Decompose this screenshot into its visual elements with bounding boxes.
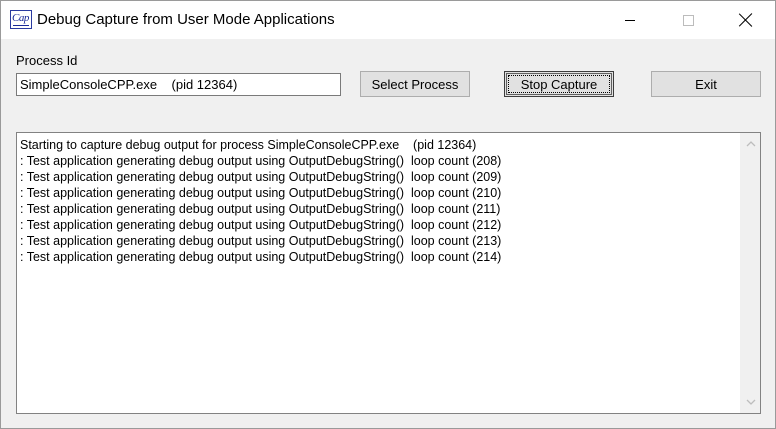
process-id-field[interactable] xyxy=(16,73,341,96)
window-title: Debug Capture from User Mode Application… xyxy=(37,11,335,28)
select-process-button[interactable]: Select Process xyxy=(360,71,470,97)
close-button[interactable] xyxy=(717,1,775,39)
scroll-up-icon[interactable] xyxy=(745,138,757,150)
select-process-label: Select Process xyxy=(371,76,459,92)
minimize-icon xyxy=(625,19,635,21)
maximize-button[interactable] xyxy=(659,1,717,39)
app-icon-underline xyxy=(13,25,29,26)
app-window: Cap Debug Capture from User Mode Applica… xyxy=(0,0,776,429)
output-line: : Test application generating debug outp… xyxy=(20,234,502,248)
scroll-down-icon[interactable] xyxy=(745,396,757,408)
close-icon xyxy=(739,13,753,27)
minimize-button[interactable] xyxy=(601,1,659,39)
exit-button[interactable]: Exit xyxy=(651,71,761,97)
debug-output-textarea[interactable]: Starting to capture debug output for pro… xyxy=(16,132,761,414)
output-line: : Test application generating debug outp… xyxy=(20,250,502,264)
output-line: : Test application generating debug outp… xyxy=(20,154,502,168)
stop-capture-button[interactable]: Stop Capture xyxy=(504,71,614,97)
exit-label: Exit xyxy=(695,76,717,92)
output-line: : Test application generating debug outp… xyxy=(20,186,502,200)
vertical-scrollbar[interactable] xyxy=(740,133,760,413)
app-icon[interactable]: Cap xyxy=(10,10,32,29)
title-bar[interactable]: Cap Debug Capture from User Mode Applica… xyxy=(1,1,775,39)
maximize-icon xyxy=(682,14,694,26)
output-line: : Test application generating debug outp… xyxy=(20,170,502,184)
output-lines: Starting to capture debug output for pro… xyxy=(20,137,738,265)
output-line: : Test application generating debug outp… xyxy=(20,218,502,232)
output-line: : Test application generating debug outp… xyxy=(20,202,501,216)
app-icon-label: Cap xyxy=(12,12,29,24)
stop-capture-label: Stop Capture xyxy=(520,76,598,92)
output-line: Starting to capture debug output for pro… xyxy=(20,138,477,152)
process-id-label: Process Id xyxy=(16,53,78,68)
